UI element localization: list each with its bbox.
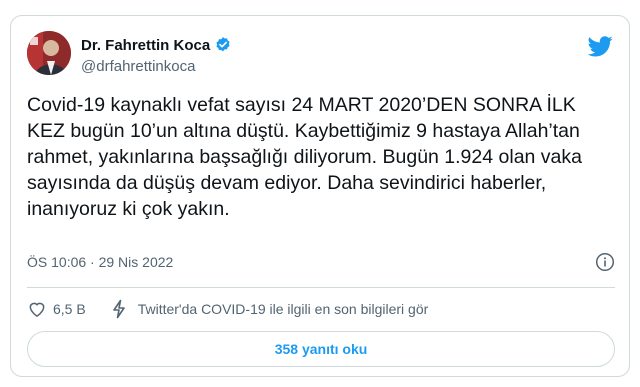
tweet-card[interactable]: Dr. Fahrettin Koca @drfahrettinkoca Covi… (10, 15, 630, 377)
actions-row: 6,5 B Twitter'da COVID-19 ile ilgili en … (27, 296, 615, 322)
covid-info-link[interactable]: Twitter'da COVID-19 ile ilgili en son bi… (110, 299, 429, 319)
heart-icon (29, 302, 45, 317)
author-name-row: Dr. Fahrettin Koca (81, 36, 232, 54)
twitter-bird-icon[interactable] (588, 36, 613, 57)
lightning-bolt-icon (112, 299, 125, 319)
tweet-meta-row: ÖS 10:06 · 29 Nis 2022 (27, 252, 615, 272)
like-count: 6,5 B (53, 301, 86, 317)
tweet-text: Covid-19 kaynaklı vefat sayısı 24 MART 2… (27, 94, 582, 220)
author-avatar[interactable] (27, 31, 71, 75)
covid-info-label: Twitter'da COVID-19 ile ilgili en son bi… (137, 301, 429, 317)
author-name[interactable]: Dr. Fahrettin Koca (81, 37, 210, 54)
divider (27, 287, 615, 288)
read-replies-button[interactable]: 358 yanıtı oku (27, 331, 615, 367)
tweet-timestamp[interactable]: ÖS 10:06 · 29 Nis 2022 (27, 254, 173, 270)
author-handle[interactable]: @drfahrettinkoca (81, 58, 195, 75)
like-button[interactable]: 6,5 B (27, 299, 86, 319)
verified-badge-icon (216, 37, 230, 52)
info-circle-icon[interactable] (595, 252, 615, 272)
